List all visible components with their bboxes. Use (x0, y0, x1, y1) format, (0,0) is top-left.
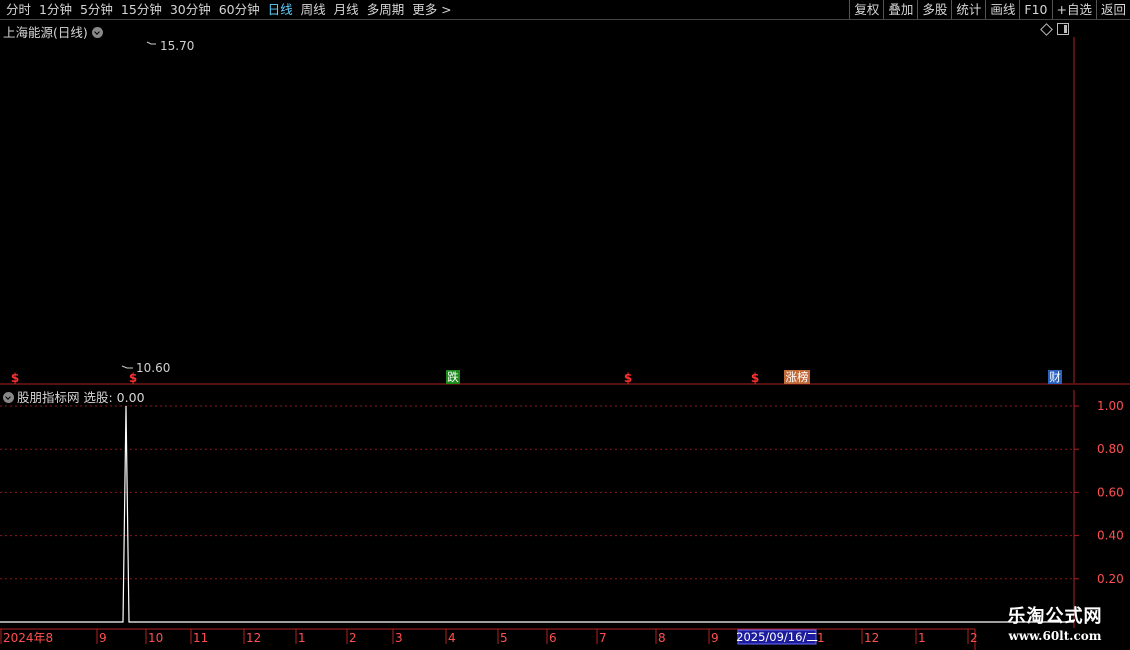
event-marker: 跌 (447, 370, 459, 384)
time-axis-label: 2 (970, 631, 978, 645)
signal-marker: $ (751, 371, 759, 385)
watermark-title: 乐淘公式网 (1007, 606, 1103, 627)
kline-chart[interactable]: 15.5015.0014.5014.0013.5013.0012.5012.00… (0, 0, 1130, 650)
time-axis-label: 12 (864, 631, 879, 645)
signal-marker: $ (129, 371, 137, 385)
cursor-date: 2025/09/16/二 (736, 630, 818, 644)
time-axis-label: 9 (99, 631, 107, 645)
indicator-axis-label: 1.00 (1097, 399, 1124, 413)
time-axis-label: 12 (246, 631, 261, 645)
time-axis-label: 5 (500, 631, 508, 645)
low-pointer (121, 365, 133, 369)
indicator-axis-label: 0.60 (1097, 485, 1124, 499)
time-axis-label: 1 (918, 631, 926, 645)
indicator-line (0, 405, 1074, 623)
time-axis-label: 10 (148, 631, 163, 645)
high-label: 15.70 (160, 39, 194, 53)
low-label: 10.60 (136, 361, 170, 375)
time-axis-label: 6 (549, 631, 557, 645)
time-axis-label: 7 (599, 631, 607, 645)
time-axis-label: 11 (193, 631, 208, 645)
event-marker: 涨榜 (786, 370, 809, 384)
time-axis-label: 1 (298, 631, 306, 645)
signal-marker: $ (11, 371, 19, 385)
time-axis-label: 2024年8 (3, 631, 53, 645)
time-axis-label: 9 (711, 631, 719, 645)
indicator-axis-label: 0.20 (1097, 572, 1124, 586)
watermark: 乐淘公式网 www.60lt.com (980, 606, 1130, 650)
signal-marker: $ (624, 371, 632, 385)
event-marker: 财 (1049, 370, 1061, 384)
time-axis-label: 2 (349, 631, 357, 645)
time-axis-label: 4 (448, 631, 456, 645)
time-axis-label: 8 (658, 631, 666, 645)
time-axis-label: 1 (817, 631, 825, 645)
high-pointer (146, 41, 156, 45)
time-axis-label: 3 (395, 631, 403, 645)
indicator-axis-label: 0.40 (1097, 529, 1124, 543)
watermark-url: www.60lt.com (1008, 629, 1102, 643)
indicator-axis-label: 0.80 (1097, 442, 1124, 456)
